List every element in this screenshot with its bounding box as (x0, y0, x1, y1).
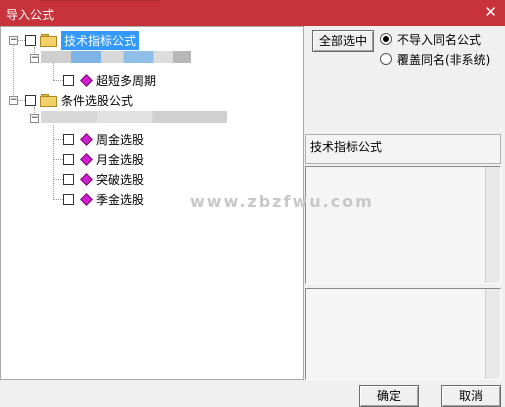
blurred-subgroup (41, 51, 191, 63)
group-checkbox[interactable] (25, 94, 36, 106)
radio-indicator[interactable] (380, 53, 392, 65)
formula-type-panel: 技术指标公式 (305, 134, 501, 164)
collapse-toggle[interactable]: − (30, 54, 39, 63)
item-checkbox[interactable] (63, 193, 74, 205)
ok-button[interactable]: 确定 (359, 385, 419, 407)
item-checkbox[interactable] (63, 173, 74, 185)
title-bar-artifact (40, 0, 160, 1)
item-checkbox[interactable] (63, 153, 74, 165)
formula-icon (80, 172, 93, 186)
tree-group-label[interactable]: 技术指标公式 (61, 30, 140, 50)
tree-item[interactable]: 周金选股 (63, 129, 144, 149)
tree-item-label[interactable]: 突破选股 (96, 171, 144, 188)
formula-icon (80, 152, 93, 166)
cancel-button[interactable]: 取消 (441, 385, 501, 407)
preview-box[interactable] (305, 288, 501, 380)
tree-item[interactable]: 超短多周期 (63, 70, 156, 90)
collapse-toggle[interactable]: − (9, 36, 18, 45)
description-box[interactable] (305, 166, 501, 284)
scrollbar[interactable] (485, 289, 500, 379)
group-checkbox[interactable] (25, 34, 36, 46)
blurred-subgroup (41, 111, 227, 123)
tree-item[interactable]: 突破选股 (63, 169, 144, 189)
collapse-toggle[interactable]: − (9, 96, 18, 105)
radio-label: 不导入同名公式 (397, 33, 482, 47)
window-title: 导入公式 (6, 8, 55, 22)
radio-overwrite[interactable]: 覆盖同名(非系统) (380, 51, 490, 68)
tree-group-technical[interactable]: 技术指标公式 (25, 30, 140, 50)
tree-item-label[interactable]: 周金选股 (96, 131, 144, 148)
close-icon[interactable]: ✕ (484, 4, 497, 20)
tree-item-label[interactable]: 超短多周期 (96, 72, 156, 89)
tree-item[interactable]: 月金选股 (63, 149, 144, 169)
item-checkbox[interactable] (63, 133, 74, 145)
folder-icon (40, 34, 57, 47)
folder-icon (40, 94, 57, 107)
radio-indicator[interactable] (380, 33, 392, 45)
tree-group-label[interactable]: 条件选股公式 (61, 92, 133, 109)
formula-icon (80, 73, 93, 87)
tree-line (13, 41, 14, 101)
radio-skip-duplicates[interactable]: 不导入同名公式 (380, 31, 481, 48)
formula-icon (80, 132, 93, 146)
tree-line (53, 63, 54, 80)
radio-label: 覆盖同名(非系统) (397, 53, 491, 67)
tree-item-label[interactable]: 月金选股 (96, 151, 144, 168)
tree-item-label[interactable]: 季金选股 (96, 191, 144, 208)
tree-item[interactable]: 季金选股 (63, 189, 144, 209)
item-checkbox[interactable] (63, 74, 74, 86)
watermark-text: www.zbzfwu.com (190, 192, 374, 211)
formula-icon (80, 192, 93, 206)
title-bar: 导入公式 ✕ (0, 0, 505, 26)
collapse-toggle[interactable]: − (30, 114, 39, 123)
tree-line (53, 125, 54, 200)
formula-type-text: 技术指标公式 (310, 140, 383, 154)
scrollbar[interactable] (485, 167, 500, 283)
select-all-button[interactable]: 全部选中 (312, 30, 374, 52)
tree-group-stock-screening[interactable]: 条件选股公式 (25, 90, 133, 110)
